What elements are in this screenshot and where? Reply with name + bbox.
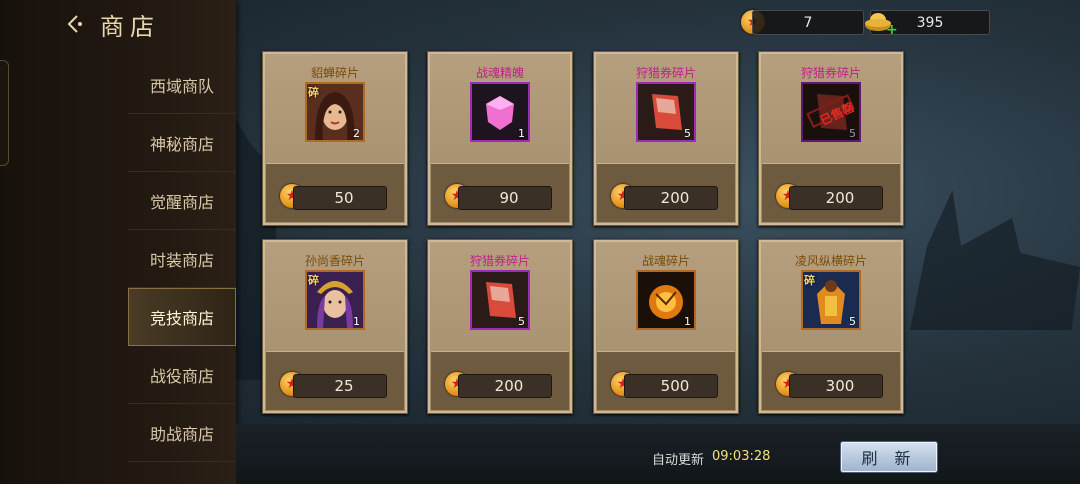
item-quantity: 2 <box>353 127 360 140</box>
shop-item-card[interactable]: 狩猎券碎片 5 ★ 200 <box>593 51 739 226</box>
item-icon-frame: 碎 1 <box>305 270 365 330</box>
item-quantity: 1 <box>684 315 691 328</box>
shop-item-card[interactable]: 狩猎券碎片 5 ★ 200 <box>427 239 573 414</box>
refresh-button[interactable]: 刷 新 <box>840 441 938 473</box>
shop-items-grid: 貂蝉碎片 碎 2 ★ 50 战魂精魄 1 ★ 90 狩猎券碎片 5 ★ 200 … <box>244 38 924 418</box>
item-price: 200 <box>458 374 552 398</box>
item-name: 战魂碎片 <box>641 254 690 268</box>
shop-item-card[interactable]: 孙尚香碎片 碎 1 ★ 25 <box>262 239 408 414</box>
item-quantity: 5 <box>518 315 525 328</box>
sidebar-item-support-shop[interactable]: 助战商店 <box>128 404 236 462</box>
item-icon-frame: 碎 2 <box>305 82 365 142</box>
shop-sidebar: 商店 西域商队 神秘商店 觉醒商店 时装商店 竞技商店 战役商店 助战商店 <box>0 0 236 484</box>
item-price: 200 <box>789 186 883 210</box>
auto-refresh-timer: 09:03:28 <box>712 449 771 464</box>
item-icon-frame: 5 <box>470 270 530 330</box>
add-ingot-icon[interactable]: + <box>886 22 898 38</box>
sidebar-item-campaign-shop[interactable]: 战役商店 <box>128 346 236 404</box>
page-title: 商店 <box>100 12 160 41</box>
item-price: 500 <box>624 374 718 398</box>
item-quantity: 5 <box>849 315 856 328</box>
sidebar-item-fashion-shop[interactable]: 时装商店 <box>128 230 236 288</box>
ship-silhouette-right <box>910 190 1080 330</box>
sidebar-item-west-caravan[interactable]: 西域商队 <box>128 56 236 114</box>
item-name: 狩猎券碎片 <box>800 66 861 80</box>
item-price: 25 <box>293 374 387 398</box>
auto-refresh-label: 自动更新 <box>652 453 705 468</box>
sidebar-item-arena-shop[interactable]: 竞技商店 <box>128 288 236 346</box>
shop-category-menu: 西域商队 神秘商店 觉醒商店 时装商店 竞技商店 战役商店 助战商店 <box>128 56 236 462</box>
shop-item-card[interactable]: 貂蝉碎片 碎 2 ★ 50 <box>262 51 408 226</box>
item-name: 凌风纵横碎片 <box>794 254 867 268</box>
sidebar-item-awaken-shop[interactable]: 觉醒商店 <box>128 172 236 230</box>
item-price: 300 <box>789 374 883 398</box>
sidebar-item-mystery-shop[interactable]: 神秘商店 <box>128 114 236 172</box>
shop-item-card[interactable]: 战魂精魄 1 ★ 90 <box>427 51 573 226</box>
item-icon-frame: 1 <box>636 270 696 330</box>
fragment-badge: 碎 <box>308 274 319 287</box>
item-name: 孙尚香碎片 <box>304 254 365 268</box>
item-icon-frame: 5 <box>636 82 696 142</box>
item-quantity: 5 <box>684 127 691 140</box>
item-quantity: 1 <box>353 315 360 328</box>
item-name: 貂蝉碎片 <box>310 66 359 80</box>
item-name: 狩猎券碎片 <box>635 66 696 80</box>
item-icon-frame: 1 <box>470 82 530 142</box>
item-price: 50 <box>293 186 387 210</box>
sidebar-handle[interactable] <box>0 60 9 166</box>
page-header: 商店 <box>62 6 160 42</box>
arena-coin-counter: 7 <box>752 10 864 35</box>
item-price: 200 <box>624 186 718 210</box>
item-quantity: 1 <box>518 127 525 140</box>
item-name: 狩猎券碎片 <box>469 254 530 268</box>
item-icon-frame: 碎 5 <box>801 270 861 330</box>
shop-item-card[interactable]: 狩猎券碎片 5 已售罄 ★ 200 <box>758 51 904 226</box>
fragment-badge: 碎 <box>308 86 319 99</box>
shop-item-card[interactable]: 凌风纵横碎片 碎 5 ★ 300 <box>758 239 904 414</box>
shop-item-card[interactable]: 战魂碎片 1 ★ 500 <box>593 239 739 414</box>
back-arrow-icon[interactable] <box>62 11 88 37</box>
fragment-badge: 碎 <box>804 274 815 287</box>
item-price: 90 <box>458 186 552 210</box>
item-quantity: 5 <box>849 127 856 140</box>
item-name: 战魂精魄 <box>475 66 524 80</box>
